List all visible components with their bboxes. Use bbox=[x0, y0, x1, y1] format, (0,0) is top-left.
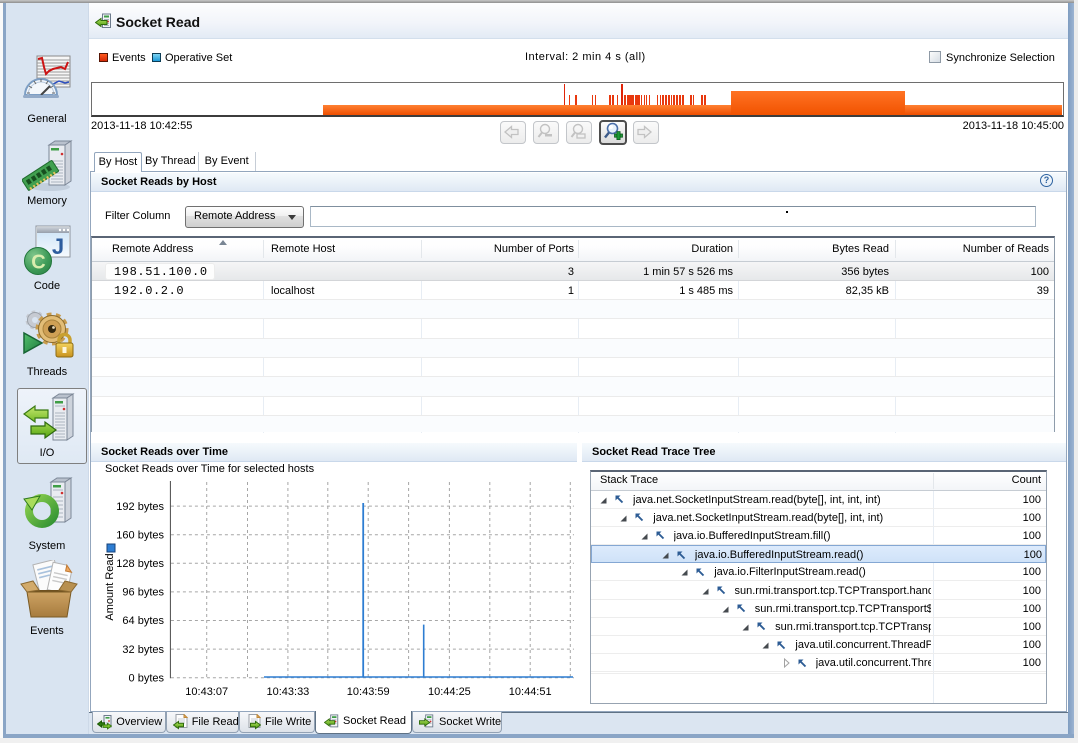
svg-text:32 bytes: 32 bytes bbox=[122, 644, 164, 656]
svg-text:10:43:59: 10:43:59 bbox=[347, 686, 390, 698]
svg-text:10:43:07: 10:43:07 bbox=[185, 686, 228, 698]
svg-text:10:43:33: 10:43:33 bbox=[266, 686, 309, 698]
svg-text:128 bytes: 128 bytes bbox=[116, 558, 164, 570]
svg-text:10:44:25: 10:44:25 bbox=[428, 686, 471, 698]
svg-text:96 bytes: 96 bytes bbox=[122, 587, 164, 599]
svg-text:192 bytes: 192 bytes bbox=[116, 501, 164, 513]
svg-text:Amount Read: Amount Read bbox=[104, 553, 116, 620]
svg-text:10:44:51: 10:44:51 bbox=[509, 686, 552, 698]
svg-text:0 bytes: 0 bytes bbox=[129, 672, 165, 684]
svg-text:C: C bbox=[31, 252, 45, 274]
svg-text:160 bytes: 160 bytes bbox=[116, 529, 164, 541]
svg-text:J: J bbox=[52, 234, 64, 259]
svg-text:64 bytes: 64 bytes bbox=[122, 615, 164, 627]
